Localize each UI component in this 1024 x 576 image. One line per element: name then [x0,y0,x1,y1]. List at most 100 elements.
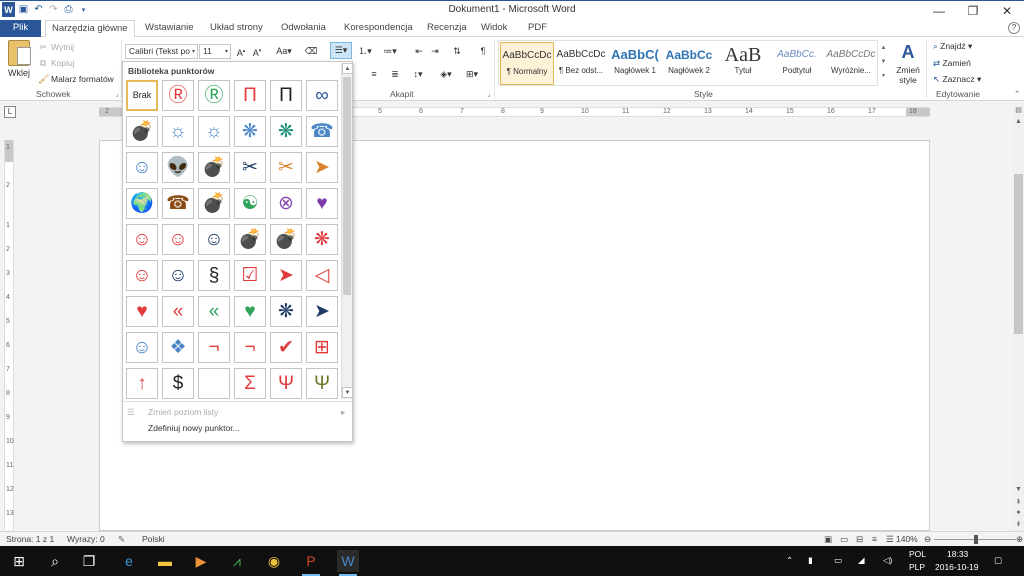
smiley-outline-red-icon[interactable]: ☺ [126,260,158,291]
tab-review[interactable]: Recenzja [421,20,473,37]
bomb-navy-icon[interactable]: 💣 [126,116,158,147]
prev-page-icon[interactable]: ⇞ [1013,498,1024,509]
define-new-bullet-item[interactable]: Zdefiniuj nowy punktor... [148,423,240,433]
arrow-navy-icon[interactable]: ➤ [306,296,338,327]
powerpoint-icon[interactable]: P [300,550,322,576]
tab-insert[interactable]: Wstawianie [139,20,200,37]
scroll-thumb[interactable] [1014,174,1023,334]
font-name-combo[interactable]: Calibri (Tekst po ▾ [125,44,198,59]
find-button[interactable]: ⌕ Znajdź ▾ [933,41,972,52]
word-count[interactable]: Wyrazy: 0 [67,534,105,544]
volume-icon[interactable]: ◁) [883,555,892,566]
bomb-brown-icon[interactable]: 💣 [198,188,230,219]
input-language-top[interactable]: POL [909,549,926,559]
tab-selector-icon[interactable]: L [4,106,16,118]
sun-outline-blue-2-icon[interactable]: ☼ [198,116,230,147]
arrow-orange-icon[interactable]: ➤ [306,152,338,183]
sort-icon[interactable]: ⇅ [450,44,464,59]
ruler-toggle-icon[interactable]: ▤ [1013,106,1024,117]
file-explorer-icon[interactable]: ▬ [154,550,176,572]
infinity-blue-icon[interactable]: ∞ [306,80,338,111]
psi-red-icon[interactable]: Ψ [270,368,302,399]
increase-indent-icon[interactable]: ⇥ [428,44,442,59]
scissors-orange-icon[interactable]: ✂ [270,152,302,183]
section-black-icon[interactable]: § [198,260,230,291]
tab-file[interactable]: Plik [0,20,41,37]
media-player-icon[interactable]: ▶ [190,550,212,572]
font-size-combo[interactable]: 11 ▾ [199,44,231,59]
tab-view[interactable]: Widok [475,20,513,37]
triangle-left-red-icon[interactable]: ◁ [306,260,338,291]
clear-formatting-icon[interactable]: ⌫ [304,44,318,59]
pi-black-icon[interactable]: Π [270,80,302,111]
change-case-button[interactable]: Aa▾ [274,44,294,59]
heart-purple-icon[interactable]: ♥ [306,188,338,219]
select-button[interactable]: ↖ Zaznacz ▾ [933,74,981,85]
guillemet-green-icon[interactable]: « [198,296,230,327]
bullets-button[interactable]: ☰▾ [330,42,352,59]
copy-button[interactable]: ⧉ Kopiuj [38,58,75,68]
style-normal[interactable]: AaBbCcDc ¶ Normalny [500,42,554,85]
chrome-icon[interactable]: ◉ [263,550,285,572]
show-marks-icon[interactable]: ¶ [476,44,490,59]
edge-icon[interactable]: e [118,550,140,572]
paragraph-launcher-icon[interactable]: ⌟ [484,90,494,100]
smiley-navy-icon[interactable]: ☺ [198,224,230,255]
crossed-circle-purple-icon[interactable]: ⊗ [270,188,302,219]
tray-app-icon[interactable]: ▮ [808,555,813,566]
draft-icon[interactable]: ☰ [886,534,894,545]
task-view-icon[interactable]: ❐ [78,550,100,572]
web-layout-icon[interactable]: ⊟ [856,534,863,545]
clock-date[interactable]: 2016-10-19 [935,562,978,572]
full-screen-icon[interactable]: ▭ [840,534,848,545]
smiley-outline-navy-icon[interactable]: ☺ [162,260,194,291]
restore-icon[interactable]: ❐ [956,1,990,21]
tab-references[interactable]: Odwołania [275,20,332,37]
word-taskbar-icon[interactable]: W [337,550,359,576]
line-spacing-icon[interactable]: ↕▾ [408,67,428,82]
zoom-slider-knob[interactable] [974,535,978,544]
flower-teal-icon[interactable]: ❋ [270,116,302,147]
alien-blue-icon[interactable]: 👽 [162,152,194,183]
tab-layout[interactable]: Układ strony [204,20,269,37]
heart-green-icon[interactable]: ♥ [234,296,266,327]
not-sign-red-icon[interactable]: ¬ [198,332,230,363]
registered-red-icon[interactable]: Ⓡ [162,80,194,111]
scissors-navy-icon[interactable]: ✂ [234,152,266,183]
language-indicator[interactable]: Polski [142,534,165,544]
change-styles-button[interactable]: A Zmień style [893,40,923,85]
style-emphasis[interactable]: AaBbCcDc Wyróżnie... [824,42,878,85]
globe-brown-icon[interactable]: 🌍 [126,188,158,219]
flower-red-icon[interactable]: ❋ [306,224,338,255]
paste-button[interactable]: Wklej [6,40,32,84]
style-title[interactable]: AaB Tytuł [716,42,770,85]
chart-app-icon[interactable]: ⩘ [226,550,248,572]
next-page-icon[interactable]: ⇟ [1013,520,1024,531]
arrow-up-red-icon[interactable]: ↑ [126,368,158,399]
style-no-spacing[interactable]: AaBbCcDc ¶ Bez odst... [554,42,608,85]
guillemet-red-icon[interactable]: « [162,296,194,327]
numbering-icon[interactable]: ⒈▾ [355,44,375,59]
input-language-bottom[interactable]: PLP [909,562,925,572]
sigma-red-icon[interactable]: Σ [234,368,266,399]
dollar-black-icon[interactable]: $ [162,368,194,399]
shrink-font-icon[interactable]: A▾ [250,44,264,59]
minimize-icon[interactable]: — [922,1,956,21]
windows-logo-red-icon[interactable]: ⊞ [306,332,338,363]
network-icon[interactable]: ◢ [858,555,865,566]
smiley-red-2-icon[interactable]: ☺ [162,224,194,255]
bullet-none[interactable]: Brak [126,80,158,111]
phone-brown-icon[interactable]: ☎ [162,188,194,219]
zoom-slider[interactable] [934,535,1016,544]
borders-icon[interactable]: ⊞▾ [462,67,482,82]
pi-red-icon[interactable]: Π [234,80,266,111]
phone-blue-icon[interactable]: ☎ [306,116,338,147]
flower-navy-icon[interactable]: ❋ [270,296,302,327]
multilevel-list-icon[interactable]: ≔▾ [380,44,400,59]
smiley-blue-2-icon[interactable]: ☺ [126,332,158,363]
shading-icon[interactable]: ◈▾ [436,67,456,82]
change-list-level-item[interactable]: ☰ Zmień poziom listy ▸ [127,407,345,417]
bullet-scroll-down-icon[interactable]: ▼ [342,387,353,398]
flower-blue-icon[interactable]: ❋ [234,116,266,147]
tab-mailings[interactable]: Korespondencja [338,20,419,37]
